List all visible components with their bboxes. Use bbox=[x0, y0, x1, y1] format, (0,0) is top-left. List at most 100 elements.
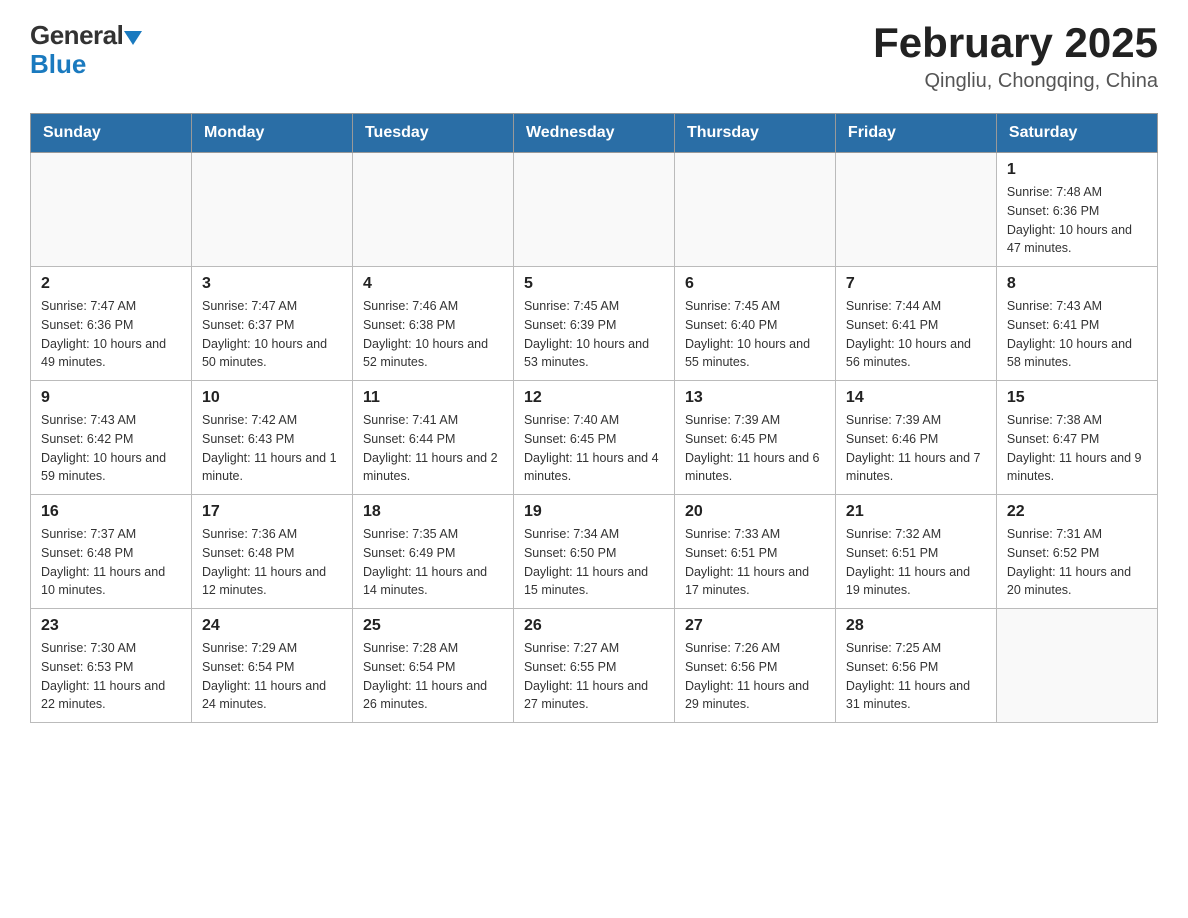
day-number: 7 bbox=[846, 275, 986, 293]
calendar-cell: 23 Sunrise: 7:30 AM Sunset: 6:53 PM Dayli… bbox=[31, 609, 192, 723]
day-info: Sunrise: 7:29 AM Sunset: 6:54 PM Dayligh… bbox=[202, 639, 342, 714]
calendar-week-row: 23 Sunrise: 7:30 AM Sunset: 6:53 PM Dayli… bbox=[31, 609, 1158, 723]
day-number: 20 bbox=[685, 503, 825, 521]
day-number: 23 bbox=[41, 617, 181, 635]
day-info: Sunrise: 7:47 AM Sunset: 6:37 PM Dayligh… bbox=[202, 297, 342, 372]
calendar-cell bbox=[513, 153, 674, 267]
calendar-cell: 28 Sunrise: 7:25 AM Sunset: 6:56 PM Dayli… bbox=[835, 609, 996, 723]
calendar-week-row: 1Sunrise: 7:48 AM Sunset: 6:36 PM Daylig… bbox=[31, 153, 1158, 267]
calendar-cell: 24 Sunrise: 7:29 AM Sunset: 6:54 PM Dayli… bbox=[191, 609, 352, 723]
calendar-cell: 25 Sunrise: 7:28 AM Sunset: 6:54 PM Dayli… bbox=[352, 609, 513, 723]
day-number: 18 bbox=[363, 503, 503, 521]
day-info: Sunrise: 7:25 AM Sunset: 6:56 PM Dayligh… bbox=[846, 639, 986, 714]
day-info: Sunrise: 7:40 AM Sunset: 6:45 PM Dayligh… bbox=[524, 411, 664, 486]
day-of-week-header: Thursday bbox=[674, 114, 835, 153]
day-number: 27 bbox=[685, 617, 825, 635]
calendar-cell: 19 Sunrise: 7:34 AM Sunset: 6:50 PM Dayli… bbox=[513, 495, 674, 609]
day-info: Sunrise: 7:45 AM Sunset: 6:40 PM Dayligh… bbox=[685, 297, 825, 372]
logo-arrow-icon bbox=[124, 31, 142, 45]
calendar-cell: 5Sunrise: 7:45 AM Sunset: 6:39 PM Daylig… bbox=[513, 267, 674, 381]
title-area: February 2025 Qingliu, Chongqing, China bbox=[873, 20, 1158, 93]
calendar-cell: 21 Sunrise: 7:32 AM Sunset: 6:51 PM Dayli… bbox=[835, 495, 996, 609]
day-info: Sunrise: 7:33 AM Sunset: 6:51 PM Dayligh… bbox=[685, 525, 825, 600]
day-info: Sunrise: 7:39 AM Sunset: 6:46 PM Dayligh… bbox=[846, 411, 986, 486]
day-number: 5 bbox=[524, 275, 664, 293]
day-info: Sunrise: 7:47 AM Sunset: 6:36 PM Dayligh… bbox=[41, 297, 181, 372]
calendar-table: SundayMondayTuesdayWednesdayThursdayFrid… bbox=[30, 113, 1158, 723]
day-info: Sunrise: 7:27 AM Sunset: 6:55 PM Dayligh… bbox=[524, 639, 664, 714]
calendar-cell: 8Sunrise: 7:43 AM Sunset: 6:41 PM Daylig… bbox=[996, 267, 1157, 381]
day-info: Sunrise: 7:39 AM Sunset: 6:45 PM Dayligh… bbox=[685, 411, 825, 486]
day-number: 28 bbox=[846, 617, 986, 635]
calendar-cell: 7 Sunrise: 7:44 AM Sunset: 6:41 PM Daylig… bbox=[835, 267, 996, 381]
day-info: Sunrise: 7:32 AM Sunset: 6:51 PM Dayligh… bbox=[846, 525, 986, 600]
calendar-cell bbox=[835, 153, 996, 267]
day-number: 25 bbox=[363, 617, 503, 635]
day-info: Sunrise: 7:36 AM Sunset: 6:48 PM Dayligh… bbox=[202, 525, 342, 600]
day-info: Sunrise: 7:43 AM Sunset: 6:41 PM Dayligh… bbox=[1007, 297, 1147, 372]
day-info: Sunrise: 7:42 AM Sunset: 6:43 PM Dayligh… bbox=[202, 411, 342, 486]
day-number: 10 bbox=[202, 389, 342, 407]
day-of-week-header: Wednesday bbox=[513, 114, 674, 153]
calendar-cell: 15Sunrise: 7:38 AM Sunset: 6:47 PM Dayli… bbox=[996, 381, 1157, 495]
calendar-cell: 20 Sunrise: 7:33 AM Sunset: 6:51 PM Dayli… bbox=[674, 495, 835, 609]
day-info: Sunrise: 7:38 AM Sunset: 6:47 PM Dayligh… bbox=[1007, 411, 1147, 486]
calendar-cell: 22Sunrise: 7:31 AM Sunset: 6:52 PM Dayli… bbox=[996, 495, 1157, 609]
day-number: 17 bbox=[202, 503, 342, 521]
calendar-week-row: 2 Sunrise: 7:47 AM Sunset: 6:36 PM Daylig… bbox=[31, 267, 1158, 381]
day-info: Sunrise: 7:46 AM Sunset: 6:38 PM Dayligh… bbox=[363, 297, 503, 372]
day-of-week-header: Monday bbox=[191, 114, 352, 153]
day-info: Sunrise: 7:30 AM Sunset: 6:53 PM Dayligh… bbox=[41, 639, 181, 714]
calendar-week-row: 16Sunrise: 7:37 AM Sunset: 6:48 PM Dayli… bbox=[31, 495, 1158, 609]
calendar-cell: 11Sunrise: 7:41 AM Sunset: 6:44 PM Dayli… bbox=[352, 381, 513, 495]
day-info: Sunrise: 7:26 AM Sunset: 6:56 PM Dayligh… bbox=[685, 639, 825, 714]
calendar-week-row: 9 Sunrise: 7:43 AM Sunset: 6:42 PM Daylig… bbox=[31, 381, 1158, 495]
calendar-cell: 27 Sunrise: 7:26 AM Sunset: 6:56 PM Dayli… bbox=[674, 609, 835, 723]
calendar-cell: 18 Sunrise: 7:35 AM Sunset: 6:49 PM Dayli… bbox=[352, 495, 513, 609]
day-info: Sunrise: 7:43 AM Sunset: 6:42 PM Dayligh… bbox=[41, 411, 181, 486]
calendar-cell: 17 Sunrise: 7:36 AM Sunset: 6:48 PM Dayli… bbox=[191, 495, 352, 609]
calendar-cell: 16Sunrise: 7:37 AM Sunset: 6:48 PM Dayli… bbox=[31, 495, 192, 609]
day-of-week-header: Sunday bbox=[31, 114, 192, 153]
location-label: Qingliu, Chongqing, China bbox=[873, 70, 1158, 93]
calendar-cell: 12Sunrise: 7:40 AM Sunset: 6:45 PM Dayli… bbox=[513, 381, 674, 495]
day-number: 21 bbox=[846, 503, 986, 521]
calendar-header-row: SundayMondayTuesdayWednesdayThursdayFrid… bbox=[31, 114, 1158, 153]
calendar-cell: 13 Sunrise: 7:39 AM Sunset: 6:45 PM Dayli… bbox=[674, 381, 835, 495]
day-of-week-header: Friday bbox=[835, 114, 996, 153]
calendar-cell: 10 Sunrise: 7:42 AM Sunset: 6:43 PM Dayli… bbox=[191, 381, 352, 495]
month-title: February 2025 bbox=[873, 20, 1158, 66]
day-number: 11 bbox=[363, 389, 503, 407]
day-number: 4 bbox=[363, 275, 503, 293]
calendar-cell: 14 Sunrise: 7:39 AM Sunset: 6:46 PM Dayli… bbox=[835, 381, 996, 495]
day-number: 16 bbox=[41, 503, 181, 521]
calendar-cell bbox=[996, 609, 1157, 723]
day-number: 26 bbox=[524, 617, 664, 635]
day-number: 14 bbox=[846, 389, 986, 407]
calendar-cell: 1Sunrise: 7:48 AM Sunset: 6:36 PM Daylig… bbox=[996, 153, 1157, 267]
page-header: General Blue February 2025 Qingliu, Chon… bbox=[30, 20, 1158, 93]
day-of-week-header: Tuesday bbox=[352, 114, 513, 153]
day-info: Sunrise: 7:28 AM Sunset: 6:54 PM Dayligh… bbox=[363, 639, 503, 714]
calendar-cell bbox=[352, 153, 513, 267]
day-number: 3 bbox=[202, 275, 342, 293]
calendar-cell: 9 Sunrise: 7:43 AM Sunset: 6:42 PM Daylig… bbox=[31, 381, 192, 495]
logo: General Blue bbox=[30, 20, 142, 80]
day-info: Sunrise: 7:44 AM Sunset: 6:41 PM Dayligh… bbox=[846, 297, 986, 372]
day-number: 13 bbox=[685, 389, 825, 407]
calendar-cell bbox=[674, 153, 835, 267]
day-number: 1 bbox=[1007, 161, 1147, 179]
calendar-cell: 4 Sunrise: 7:46 AM Sunset: 6:38 PM Daylig… bbox=[352, 267, 513, 381]
day-number: 9 bbox=[41, 389, 181, 407]
day-info: Sunrise: 7:31 AM Sunset: 6:52 PM Dayligh… bbox=[1007, 525, 1147, 600]
day-of-week-header: Saturday bbox=[996, 114, 1157, 153]
calendar-cell: 6Sunrise: 7:45 AM Sunset: 6:40 PM Daylig… bbox=[674, 267, 835, 381]
day-info: Sunrise: 7:34 AM Sunset: 6:50 PM Dayligh… bbox=[524, 525, 664, 600]
day-number: 2 bbox=[41, 275, 181, 293]
calendar-cell: 3 Sunrise: 7:47 AM Sunset: 6:37 PM Daylig… bbox=[191, 267, 352, 381]
day-number: 24 bbox=[202, 617, 342, 635]
calendar-cell bbox=[31, 153, 192, 267]
day-info: Sunrise: 7:35 AM Sunset: 6:49 PM Dayligh… bbox=[363, 525, 503, 600]
calendar-cell: 2 Sunrise: 7:47 AM Sunset: 6:36 PM Daylig… bbox=[31, 267, 192, 381]
day-number: 19 bbox=[524, 503, 664, 521]
